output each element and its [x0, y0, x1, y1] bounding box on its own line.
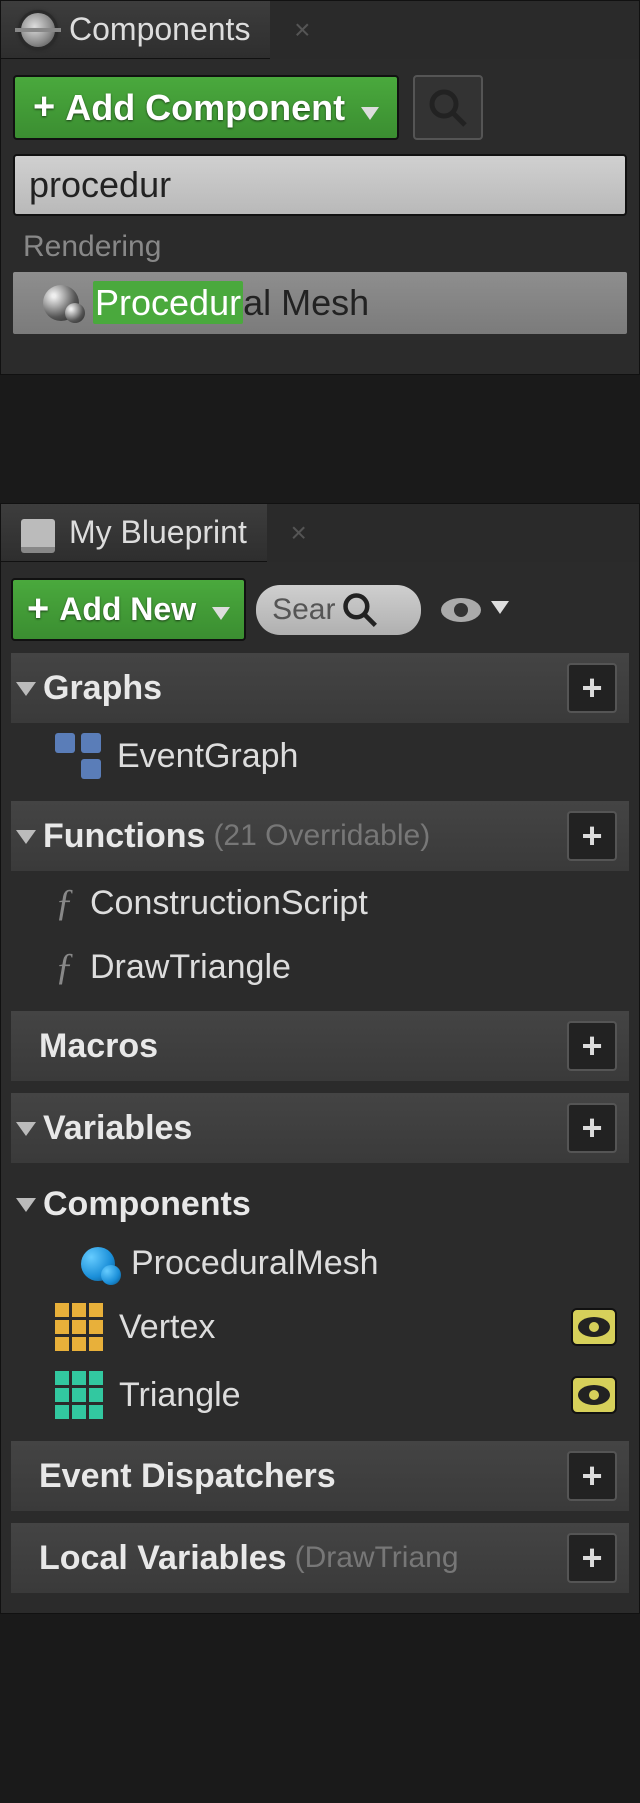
- item-vertex[interactable]: Vertex: [11, 1293, 629, 1361]
- search-result-row[interactable]: Procedural Mesh: [13, 272, 627, 334]
- constructionscript-label: ConstructionScript: [90, 884, 368, 923]
- section-variables[interactable]: Variables +: [11, 1093, 629, 1163]
- event-dispatchers-label: Event Dispatchers: [39, 1457, 336, 1496]
- result-text: Procedural Mesh: [93, 282, 369, 324]
- eye-icon: [439, 595, 483, 625]
- component-icon: [81, 1247, 115, 1281]
- close-icon[interactable]: ×: [294, 14, 310, 46]
- add-component-label: Add Component: [65, 87, 345, 129]
- function-icon: ƒ: [55, 881, 74, 925]
- result-match: Procedur: [93, 281, 243, 324]
- add-dispatcher-button[interactable]: +: [567, 1451, 617, 1501]
- local-variables-note: (DrawTriang: [295, 1541, 459, 1575]
- chevron-down-icon: [361, 87, 379, 129]
- view-options-button[interactable]: [431, 591, 517, 629]
- search-placeholder: Sear: [272, 593, 335, 627]
- local-variables-label: Local Variables: [39, 1539, 287, 1578]
- section-components[interactable]: Components: [11, 1175, 629, 1234]
- search-icon: [427, 87, 469, 129]
- functions-note: (21 Overridable): [213, 819, 430, 853]
- book-icon: [21, 519, 55, 547]
- eventgraph-label: EventGraph: [117, 737, 298, 776]
- visibility-toggle[interactable]: [571, 1376, 617, 1414]
- plus-icon: +: [27, 588, 49, 631]
- expand-icon: [19, 817, 35, 856]
- search-icon: [341, 591, 379, 629]
- functions-label: Functions: [43, 817, 205, 856]
- plus-icon: +: [33, 86, 55, 129]
- search-button[interactable]: [413, 75, 483, 140]
- close-icon[interactable]: ×: [290, 517, 306, 549]
- item-eventgraph[interactable]: EventGraph: [11, 723, 629, 789]
- section-macros[interactable]: Macros +: [11, 1011, 629, 1081]
- add-local-var-button[interactable]: +: [567, 1533, 617, 1583]
- array-icon: [55, 1303, 103, 1351]
- macros-label: Macros: [39, 1027, 158, 1066]
- components-title: Components: [69, 11, 250, 48]
- item-triangle[interactable]: Triangle: [11, 1361, 629, 1429]
- graph-icon: [55, 733, 101, 779]
- section-local-variables[interactable]: Local Variables (DrawTriang +: [11, 1523, 629, 1593]
- blueprint-body: + Add New Sear Graphs: [1, 562, 639, 1613]
- blueprint-tab[interactable]: My Blueprint ×: [1, 504, 267, 562]
- blueprint-panel: My Blueprint × + Add New Sear: [0, 503, 640, 1614]
- mesh-icon: [43, 285, 79, 321]
- add-new-button[interactable]: + Add New: [11, 578, 246, 641]
- chevron-down-icon: [491, 601, 509, 619]
- search-pill[interactable]: Sear: [256, 585, 421, 635]
- add-macro-button[interactable]: +: [567, 1021, 617, 1071]
- result-rest: al Mesh: [243, 282, 369, 323]
- section-graphs[interactable]: Graphs +: [11, 653, 629, 723]
- function-icon: ƒ: [55, 945, 74, 989]
- expand-icon: [19, 1185, 35, 1224]
- section-functions[interactable]: Functions (21 Overridable) +: [11, 801, 629, 871]
- eye-icon: [576, 1315, 612, 1339]
- chevron-down-icon: [212, 591, 230, 628]
- components-panel: Components × + Add Component Rendering P: [0, 0, 640, 375]
- variables-label: Variables: [43, 1109, 192, 1148]
- eye-icon: [576, 1383, 612, 1407]
- proceduralmesh-label: ProceduralMesh: [131, 1244, 379, 1283]
- array-icon: [55, 1371, 103, 1419]
- graphs-label: Graphs: [43, 669, 162, 708]
- blueprint-title: My Blueprint: [69, 514, 247, 551]
- drawtriangle-label: DrawTriangle: [90, 948, 291, 987]
- add-variable-button[interactable]: +: [567, 1103, 617, 1153]
- components-body: + Add Component Rendering Procedural Mes…: [1, 59, 639, 374]
- components-sub-label: Components: [43, 1185, 251, 1224]
- search-input[interactable]: [13, 154, 627, 216]
- section-event-dispatchers[interactable]: Event Dispatchers +: [11, 1441, 629, 1511]
- visibility-toggle[interactable]: [571, 1308, 617, 1346]
- item-proceduralmesh[interactable]: ProceduralMesh: [11, 1234, 629, 1293]
- expand-icon: [19, 1109, 35, 1148]
- category-header: Rendering: [13, 216, 627, 272]
- vertex-label: Vertex: [119, 1308, 215, 1347]
- item-drawtriangle[interactable]: ƒ DrawTriangle: [11, 935, 629, 999]
- add-function-button[interactable]: +: [567, 811, 617, 861]
- components-tab[interactable]: Components ×: [1, 1, 270, 59]
- item-constructionscript[interactable]: ƒ ConstructionScript: [11, 871, 629, 935]
- expand-icon: [19, 669, 35, 708]
- triangle-label: Triangle: [119, 1376, 241, 1415]
- add-graph-button[interactable]: +: [567, 663, 617, 713]
- add-new-label: Add New: [59, 591, 196, 628]
- add-component-button[interactable]: + Add Component: [13, 75, 399, 140]
- gear-icon: [21, 13, 55, 47]
